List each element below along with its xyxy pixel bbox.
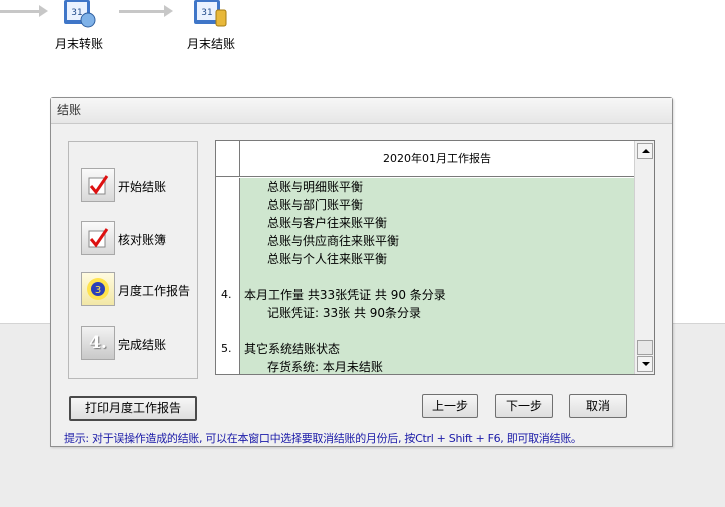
previous-step-button[interactable]: 上一步 [422,394,478,418]
row-number [216,268,240,286]
step-four-icon: 4. [81,326,115,360]
report-rows: 总账与明细账平衡 总账与部门账平衡 总账与客户往来账平衡 总账与供应商往来账平衡 总账与… [216,178,634,374]
flow-label-month-close[interactable]: 月末结账 [187,35,235,52]
report-vertical-scrollbar[interactable] [634,141,654,374]
row-text: 其它系统结账状态 [240,340,634,358]
svg-text:3: 3 [95,285,101,296]
table-row[interactable]: 总账与个人往来账平衡 [216,250,634,268]
report-title: 2020年01月工作报告 [383,152,491,165]
step-label: 完成结账 [118,338,167,352]
step-verify-books: 核对账簿 [81,221,197,257]
row-text [240,322,634,340]
row-text: 总账与客户往来账平衡 [240,214,634,232]
table-row[interactable]: 4. 本月工作量 共33张凭证 共 90 条分录 [216,286,634,304]
row-number [216,250,240,268]
scroll-thumb[interactable] [637,340,653,355]
step-finish-close: 4. 完成结账 [81,326,197,362]
row-text: 记账凭证: 33张 共 90条分录 [240,304,634,322]
row-number [216,214,240,232]
calendar-transfer-icon[interactable]: 31 [60,0,98,28]
report-header: 2020年01月工作报告 [216,141,634,177]
row-number: 5. [216,340,240,358]
check-icon [81,221,115,255]
table-row[interactable]: 总账与明细账平衡 [216,178,634,196]
row-text: 本月工作量 共33张凭证 共 90 条分录 [240,286,634,304]
flow-arrow-middle [119,5,174,17]
svg-text:31: 31 [201,8,212,18]
row-text: 存货系统: 本月未结账 [240,358,634,374]
report-icon: 3 [81,272,115,306]
scroll-down-button[interactable] [637,356,653,372]
row-number [216,232,240,250]
table-row[interactable]: 总账与供应商往来账平衡 [216,232,634,250]
table-row[interactable]: 记账凭证: 33张 共 90条分录 [216,304,634,322]
calendar-close-icon[interactable]: 31 [192,0,230,28]
row-text: 总账与供应商往来账平衡 [240,232,634,250]
row-number [216,304,240,322]
table-row[interactable] [216,322,634,340]
check-icon [81,168,115,202]
row-number: 4. [216,286,240,304]
row-number [216,358,240,374]
wizard-steps-panel: 开始结账 核对账簿 3 月度工作报告 4. 完成结账 [68,141,198,379]
step-label: 月度工作报告 [118,284,191,298]
flow-label-month-transfer[interactable]: 月末转账 [55,35,103,52]
step-label: 核对账簿 [118,233,167,247]
table-row[interactable]: 5. 其它系统结账状态 [216,340,634,358]
table-row[interactable]: 总账与部门账平衡 [216,196,634,214]
row-text: 总账与个人往来账平衡 [240,250,634,268]
row-text: 总账与明细账平衡 [240,178,634,196]
hint-text: 提示: 对于误操作造成的结账, 可以在本窗口中选择要取消结账的月份后, 按Ctr… [64,432,582,445]
next-step-button[interactable]: 下一步 [495,394,553,418]
step-monthly-report: 3 月度工作报告 [81,272,197,308]
step-start-close: 开始结账 [81,168,197,204]
cancel-button[interactable]: 取消 [569,394,627,418]
dialog-title: 结账 [51,98,672,124]
table-row[interactable]: 总账与客户往来账平衡 [216,214,634,232]
step-label: 开始结账 [118,180,167,194]
row-number [216,178,240,196]
row-text: 总账与部门账平衡 [240,196,634,214]
close-accounts-dialog: 结账 开始结账 核对账簿 3 月度工作报告 4. 完成结账 2020年01月工作… [50,97,673,447]
row-number [216,196,240,214]
step-four-glyph: 4. [89,333,107,353]
table-row[interactable] [216,268,634,286]
print-monthly-report-button[interactable]: 打印月度工作报告 [69,396,197,421]
row-number [216,322,240,340]
table-row[interactable]: 存货系统: 本月未结账 [216,358,634,374]
row-text [240,268,634,286]
flow-arrow-left [0,5,48,17]
svg-text:31: 31 [71,8,82,18]
scroll-up-button[interactable] [637,143,653,159]
monthly-report-grid[interactable]: 2020年01月工作报告 总账与明细账平衡 总账与部门账平衡 总账与客户往来账平衡总… [215,140,655,375]
